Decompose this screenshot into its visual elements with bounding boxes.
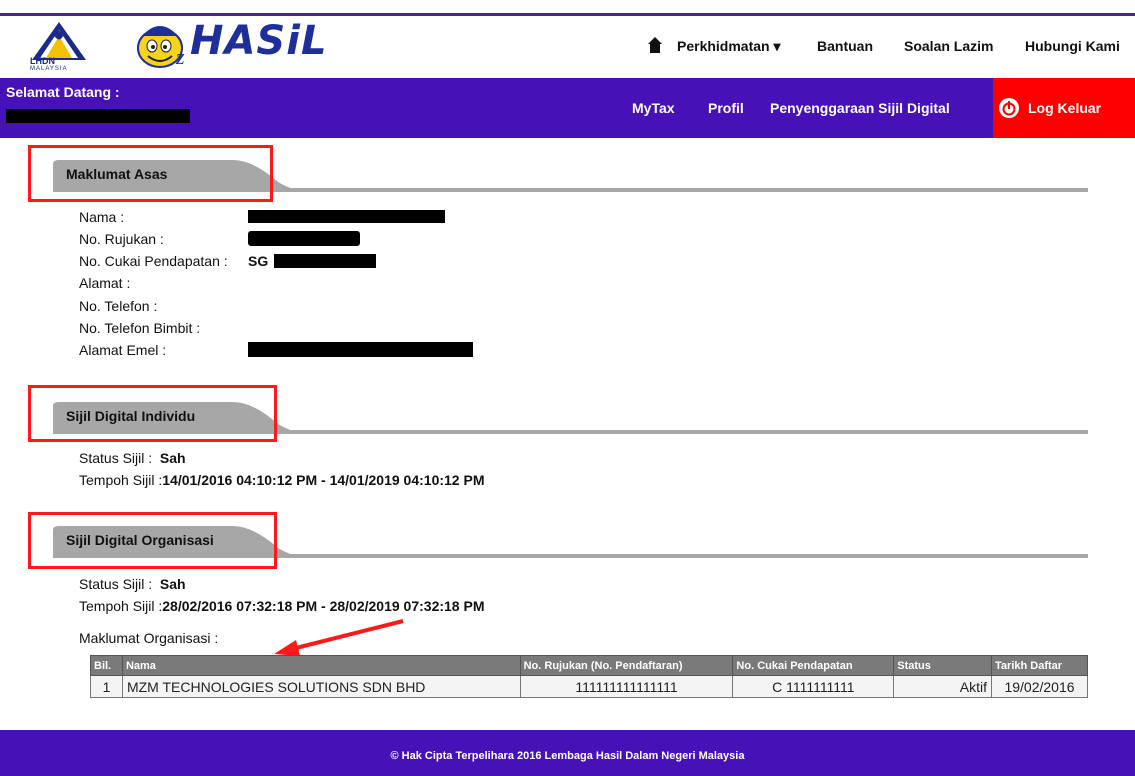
cell-status: Aktif (893, 675, 993, 698)
label-no-cukai: No. Cukai Pendapatan : (79, 253, 228, 269)
col-nama: Nama (121, 655, 521, 676)
annotation-box (28, 385, 277, 442)
status-label: Status Sijil : (79, 576, 153, 592)
col-bil: Bil. (90, 655, 123, 676)
status-value: Sah (159, 450, 186, 466)
home-icon[interactable] (647, 36, 663, 54)
label-maklumat-organisasi: Maklumat Organisasi : (79, 630, 219, 646)
tempoh-label: Tempoh Sijil : (79, 598, 163, 614)
col-tarikh-daftar: Tarikh Daftar (991, 655, 1088, 676)
annotation-arrow-icon (274, 619, 404, 656)
tempoh-value: 14/01/2016 04:10:12 PM - 14/01/2019 04:1… (162, 472, 485, 488)
user-bar: Selamat Datang : MyTax Profil Penyenggar… (0, 78, 1135, 138)
status-label: Status Sijil : (79, 450, 153, 466)
col-no-cukai: No. Cukai Pendapatan (732, 655, 895, 676)
welcome-label: Selamat Datang : (6, 84, 120, 100)
label-no-rujukan: No. Rujukan : (79, 231, 164, 247)
status-value: Sah (159, 576, 186, 592)
tempoh-label: Tempoh Sijil : (79, 472, 163, 488)
redacted-cukai (274, 254, 376, 268)
label-no-telefon-bimbit: No. Telefon Bimbit : (79, 320, 201, 336)
cell-no-cukai: C 1111111111 (732, 675, 895, 698)
label-alamat: Alamat : (79, 275, 131, 291)
annotation-box (28, 145, 273, 202)
cell-nama: MZM TECHNOLOGIES SOLUTIONS SDN BHD (121, 675, 521, 698)
svg-text:z: z (175, 44, 185, 68)
nav-penyenggaraan-sijil-digital[interactable]: Penyenggaraan Sijil Digital (770, 100, 950, 116)
label-tempoh-sijil-organisasi: Tempoh Sijil :28/02/2016 07:32:18 PM - 2… (79, 598, 484, 614)
redacted-username (6, 109, 190, 123)
cell-tarikh-daftar: 19/02/2016 (991, 675, 1088, 698)
label-nama: Nama : (79, 209, 125, 225)
cell-bil: 1 (90, 675, 123, 698)
nav-bantuan[interactable]: Bantuan (817, 38, 873, 54)
nav-perkhidmatan[interactable]: Perkhidmatan ▾ (677, 38, 781, 55)
lhdn-logo-text: LHDN (30, 56, 55, 66)
nav-profil[interactable]: Profil (708, 100, 744, 116)
redacted-rujukan (248, 231, 360, 246)
annotation-box (28, 512, 277, 569)
cell-no-rujukan: 111111111111111 (519, 675, 734, 698)
lhdn-logo-subtext: MALAYSIA (30, 66, 68, 72)
header: LHDN MALAYSIA z HASiL Perkhidmatan ▾ Ban… (0, 16, 1135, 78)
table-row: 1 MZM TECHNOLOGIES SOLUTIONS SDN BHD 111… (90, 675, 1088, 698)
logout-button[interactable]: Log Keluar (993, 78, 1135, 138)
table-header-row: Bil. Nama No. Rujukan (No. Pendaftaran) … (90, 655, 1088, 676)
redacted-emel (248, 342, 473, 357)
nav-hubungi-kami[interactable]: Hubungi Kami (1025, 38, 1120, 54)
redacted-nama (248, 210, 445, 223)
logout-label: Log Keluar (1028, 100, 1102, 116)
power-icon (999, 98, 1019, 118)
label-no-telefon: No. Telefon : (79, 298, 158, 314)
footer: © Hak Cipta Terpelihara 2016 Lembaga Has… (0, 730, 1135, 776)
nav-soalan-lazim[interactable]: Soalan Lazim (904, 38, 993, 54)
nav-mytax[interactable]: MyTax (632, 100, 675, 116)
label-status-sijil-individu: Status Sijil : Sah (79, 450, 186, 466)
label-tempoh-sijil-individu: Tempoh Sijil :14/01/2016 04:10:12 PM - 1… (79, 472, 484, 488)
ezhasil-brand-text: HASiL (190, 18, 328, 64)
label-alamat-emel: Alamat Emel : (79, 342, 167, 358)
organisasi-table: Bil. Nama No. Rujukan (No. Pendaftaran) … (90, 655, 1088, 698)
col-status: Status (893, 655, 993, 676)
label-status-sijil-organisasi: Status Sijil : Sah (79, 576, 186, 592)
tempoh-value: 28/02/2016 07:32:18 PM - 28/02/2019 07:3… (162, 598, 485, 614)
value-cukai-prefix: SG (248, 253, 269, 269)
col-no-rujukan: No. Rujukan (No. Pendaftaran) (519, 655, 734, 676)
copyright-text: © Hak Cipta Terpelihara 2016 Lembaga Has… (390, 750, 745, 762)
